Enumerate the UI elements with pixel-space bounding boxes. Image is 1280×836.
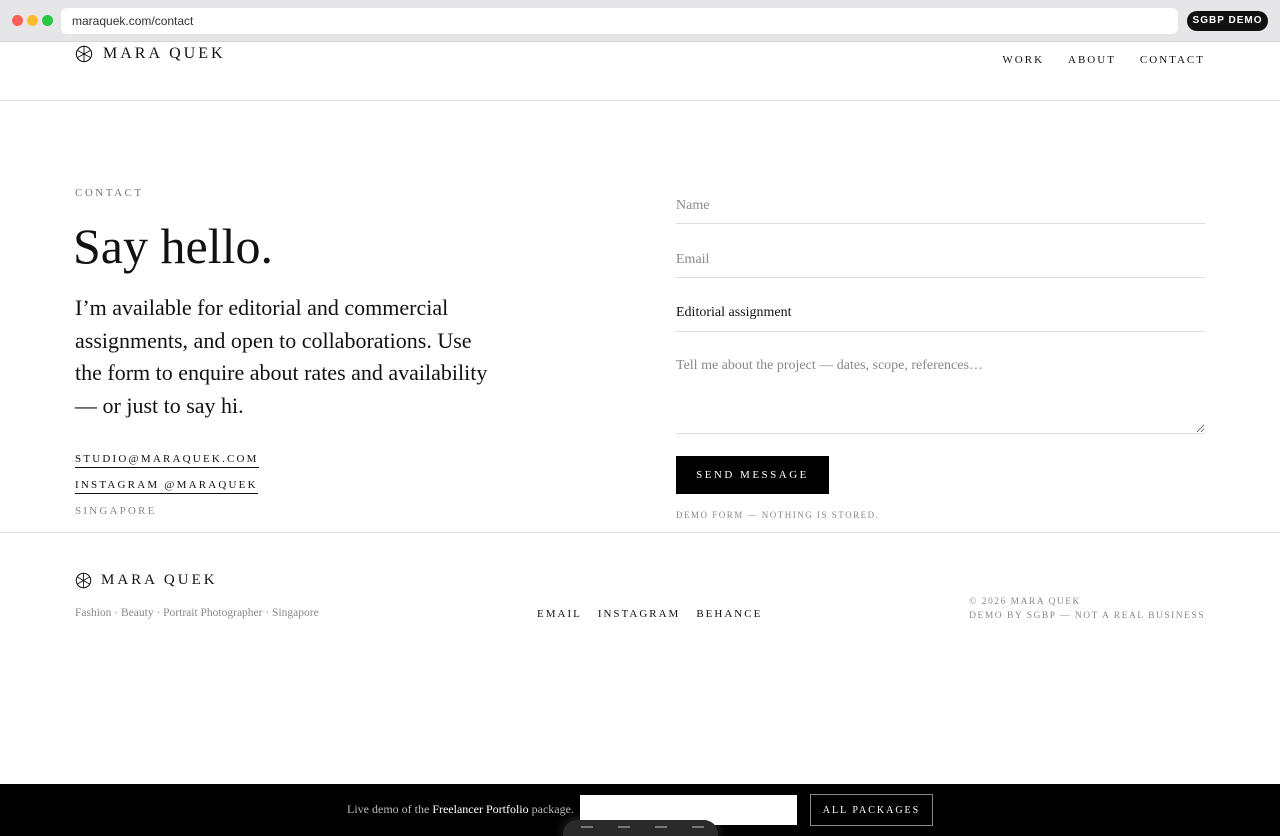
site-header: MARA QUEK WORK ABOUT CONTACT [0,42,1280,101]
address-bar[interactable]: maraquek.com/contact [61,8,1178,34]
maximize-window-button[interactable] [42,15,53,26]
close-window-button[interactable] [12,15,23,26]
footer-link-instagram[interactable]: INSTAGRAM [598,608,681,620]
toolbar-icon[interactable] [581,826,593,836]
aperture-icon [75,45,93,63]
toolbar-icon[interactable] [655,826,667,836]
instagram-link[interactable]: INSTAGRAM @MARAQUEK [75,479,258,494]
section-eyebrow: CONTACT [75,187,144,199]
form-note: DEMO FORM — NOTHING IS STORED. [676,510,880,520]
nav-work[interactable]: WORK [1002,54,1044,66]
footer-link-email[interactable]: EMAIL [537,608,582,620]
footer-link-behance[interactable]: BEHANCE [696,608,762,620]
send-message-button[interactable]: SEND MESSAGE [676,456,829,494]
site-footer: MARA QUEK Fashion · Beauty · Portrait Ph… [0,532,1280,784]
nav-about[interactable]: ABOUT [1068,54,1116,66]
site-logo[interactable]: MARA QUEK [75,45,226,63]
message-field[interactable] [676,350,1205,434]
footer-links: EMAIL INSTAGRAM BEHANCE [537,608,778,620]
toolbar-icon[interactable] [618,826,630,836]
page-title: Say hello. [73,218,273,274]
demo-text-before: Live demo of the [347,802,433,816]
site-name: MARA QUEK [103,45,226,62]
footer-legal: © 2026 MARA QUEK DEMO BY SGBP — NOT A RE… [969,595,1205,623]
aperture-icon [75,572,92,589]
email-link[interactable]: STUDIO@MARAQUEK.COM [75,453,259,468]
footer-tagline: Fashion · Beauty · Portrait Photographer… [75,607,319,619]
location-label: SINGAPORE [75,505,157,517]
footer-logo[interactable]: MARA QUEK [75,572,218,589]
all-packages-button[interactable]: ALL PACKAGES [810,794,933,826]
name-field[interactable] [676,188,1205,224]
subject-select[interactable]: Editorial assignment [676,296,1205,332]
intro-text: I’m available for editorial and commerci… [75,295,488,418]
browser-chrome: maraquek.com/contact SGBP DEMO [0,0,1280,42]
footer-site-name: MARA QUEK [101,572,218,588]
disclaimer-text: DEMO BY SGBP — NOT A REAL BUSINESS [969,611,1205,621]
package-name: Freelancer Portfolio [432,802,529,816]
floating-toolbar[interactable] [563,820,718,836]
email-field[interactable] [676,242,1205,278]
demo-badge: SGBP DEMO [1187,11,1268,31]
toolbar-icon[interactable] [692,826,704,836]
demo-bar-text: Live demo of the Freelancer Portfolio pa… [347,802,574,817]
nav-contact[interactable]: CONTACT [1140,54,1205,66]
minimize-window-button[interactable] [27,15,38,26]
demo-text-after: package. [528,802,574,816]
copyright-text: © 2026 MARA QUEK [969,597,1081,607]
main-nav: WORK ABOUT CONTACT [978,54,1205,66]
